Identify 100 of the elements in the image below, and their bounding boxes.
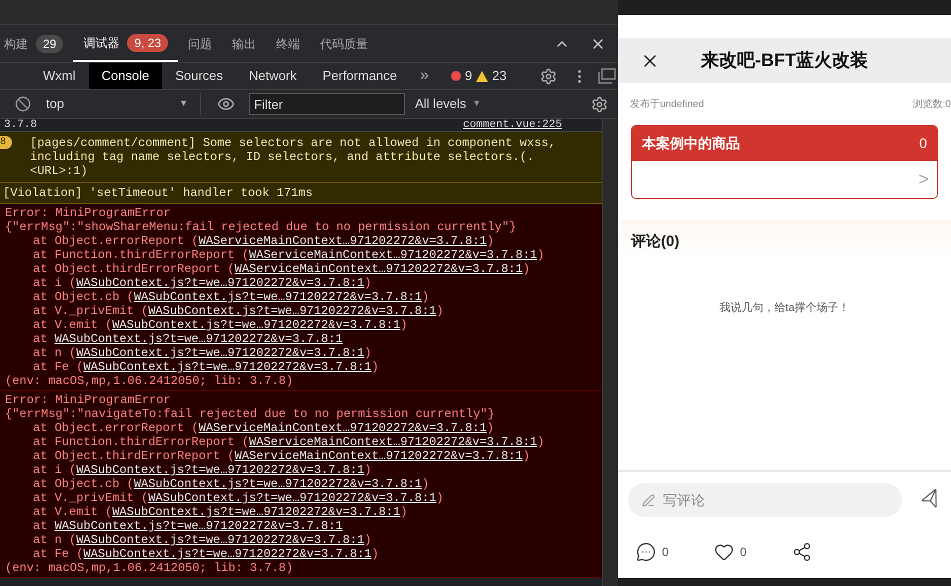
stack-frame-text: at Fe ( <box>33 360 84 374</box>
page-title: 来改吧-BFT蓝火改装 <box>700 49 869 72</box>
share-icon[interactable] <box>792 542 812 562</box>
panel-tab[interactable]: 构建 29 <box>0 25 74 62</box>
stack-frame-text: at i ( <box>33 463 76 477</box>
stack-frame-text: ) <box>486 421 494 435</box>
stack-link[interactable]: WASubContext.js?t=we…971202272&v=3.7.8:1 <box>134 290 422 304</box>
publish-date: 发布于undefined <box>630 98 704 112</box>
products-count: 0 <box>919 134 927 153</box>
empty-comments-text: 我说几句，给ta撑个场子！ <box>719 301 850 316</box>
stack-link[interactable]: WASubContext.js?t=we…971202272&v=3.7.8:1 <box>76 346 364 360</box>
stack-link[interactable]: WAServiceMainContext…971202272&v=3.7.8:1 <box>234 449 523 463</box>
stack-link[interactable]: WASubContext.js?t=we…971202272&v=3.7.8:1 <box>148 304 436 318</box>
repeat-count-badge: 8 <box>0 136 12 149</box>
stack-frame-text: at n ( <box>33 346 76 360</box>
panel-tab[interactable]: 输出 <box>222 25 266 62</box>
console-settings-icon[interactable] <box>591 96 608 112</box>
scrollbar[interactable] <box>602 119 618 586</box>
stack-frame-text: ) <box>522 262 530 276</box>
stack-link[interactable]: WASubContext.js?t=we…971202272&v=3.7.8:1 <box>83 547 372 561</box>
stack-frame-text: at Object.cb ( <box>33 290 134 304</box>
panel-tab[interactable]: 代码质量 <box>310 25 378 62</box>
stack-frame-text: ) <box>364 533 372 547</box>
stack-frame-text: ) <box>371 360 379 374</box>
stack-frame-text: at V._privEmit ( <box>33 491 148 505</box>
stack-frame-text: at V.emit ( <box>33 505 112 519</box>
devtools-tab[interactable]: Console <box>88 63 162 89</box>
eye-icon[interactable] <box>217 95 235 113</box>
stack-frame-text: ) <box>537 248 544 262</box>
stack-frame-text: at i ( <box>33 276 76 290</box>
count-badge: 29 <box>36 34 64 52</box>
products-title: 本案例中的商品 <box>642 134 740 153</box>
devtools-tab[interactable]: Performance <box>310 63 410 89</box>
stack-link[interactable]: WASubContext.js?t=we…971202272&v=3.7.8:1 <box>112 505 400 519</box>
stack-link[interactable]: WAServiceMainContext…971202272&v=3.7.8:1 <box>249 435 538 449</box>
error-message: Error: MiniProgramError {"errMsg":"showShareMenu:fail rejected due to no permission currently"} at Object.errorReport (WAServiceMainContext…971202272&v=3.7.8:1) at Function.thirdErrorReport (WAServiceMainContext…971202272&v=3.7.8:1) at Object.thirdErrorReport (WAServiceMainContext…971202272&v=3.7.8:1) at i (WASubContext.js?t=we…971202272&v=3.7.8:1) at Object.cb (WASubContext.js?t=we…971202272&v=3.7.8:1) at V._privEmit (WASubContext.js?t=we…971202272&v=3.7.8:1) at V.emit (WASubContext.js?t=we…971202272&v=3.7.8:1) at WASubContext.js?t=we…971202272&v=3.7.8:1 at n (WASubContext.js?t=we…971202272&v=3.7.8:1) at Fe (WASubContext.js?t=we…971202272&v=3.7.8:1) (env: macOS,mp,1.06.2412050; lib: 3.7.8) <box>0 204 602 391</box>
view-count: 浏览数:0 <box>912 98 951 112</box>
stack-link[interactable]: WAServiceMainContext…971202272&v=3.7.8:1 <box>198 234 487 248</box>
stack-frame-text: ) <box>371 547 379 561</box>
stack-frame-text: at Function.thirdErrorReport ( <box>33 248 250 262</box>
stack-frame-text: at <box>33 519 48 533</box>
stack-frame-text: at Function.thirdErrorReport ( <box>33 435 250 449</box>
stack-frame-text: ) <box>436 491 444 505</box>
chevron-icon: > <box>918 166 929 193</box>
stack-frame-text: ) <box>400 318 408 332</box>
action-count: 0 <box>740 544 747 561</box>
comment-input[interactable]: 写评论 <box>663 490 863 510</box>
stack-link[interactable]: WAServiceMainContext…971202272&v=3.7.8:1 <box>249 248 538 262</box>
stack-frame-text: at Object.cb ( <box>33 477 134 491</box>
stack-frame-text: at <box>33 332 48 346</box>
stack-frame-text: ) <box>400 505 408 519</box>
stack-frame-text: ) <box>364 346 372 360</box>
stack-frame-text: at V.emit ( <box>33 318 112 332</box>
dropdown-arrow: ▼ <box>179 97 188 110</box>
error-count[interactable]: 9 <box>464 66 472 86</box>
stack-link[interactable]: WASubContext.js?t=we…971202272&v=3.7.8:1 <box>76 463 364 477</box>
stack-link[interactable]: WASubContext.js?t=we…971202272&v=3.7.8:1 <box>148 491 436 505</box>
stack-link[interactable]: WASubContext.js?t=we…971202272&v=3.7.8:1 <box>76 533 364 547</box>
panel-tab[interactable]: 问题 <box>178 25 222 62</box>
source-link[interactable]: comment.vue:225 <box>462 119 562 131</box>
panel-tab[interactable]: 终端 <box>266 25 310 62</box>
stack-link[interactable]: WASubContext.js?t=we…971202272&v=3.7.8:1 <box>54 332 343 346</box>
stack-frame-text: at Object.errorReport ( <box>33 421 199 435</box>
devtools-tab[interactable]: Wxml <box>30 63 88 89</box>
products-card[interactable]: 本案例中的商品 0 > <box>631 125 938 199</box>
warning-message: 8 [pages/comment/comment] Some selectors are not allowed in component wxss, including tag name selectors, ID selectors, and attribute selectors.(. <URL>:1) <box>0 132 602 183</box>
warning-count[interactable]: 23 <box>492 66 507 86</box>
stack-frame-text: ) <box>422 477 430 491</box>
devtools-tab[interactable]: Network <box>236 63 310 89</box>
stack-frame-text: ) <box>436 304 444 318</box>
log-text: 3.7.8 <box>4 119 38 131</box>
clear-console-icon[interactable] <box>15 96 31 112</box>
stack-frame-text: at n ( <box>33 533 76 547</box>
comments-heading: 评论(0) <box>631 232 680 252</box>
levels-dropdown[interactable]: All levels ▼ <box>415 94 482 114</box>
count-badge: 9, 23 <box>127 34 168 52</box>
violation-text: [Violation] 'setTimeout' handler took 171ms <box>3 186 314 200</box>
more-tabs-button[interactable]: » <box>410 63 439 89</box>
stack-frame-text: ) <box>364 463 372 477</box>
stack-link[interactable]: WAServiceMainContext…971202272&v=3.7.8:1 <box>234 262 523 276</box>
stack-frame-text: at Object.thirdErrorReport ( <box>33 262 235 276</box>
stack-link[interactable]: WASubContext.js?t=we…971202272&v=3.7.8:1 <box>76 276 364 290</box>
settings-icon[interactable] <box>540 68 557 84</box>
dock-icon[interactable] <box>598 68 616 84</box>
stack-frame-text: at Fe ( <box>33 547 84 561</box>
devtools-tab[interactable]: Sources <box>162 63 236 89</box>
stack-link[interactable]: WAServiceMainContext…971202272&v=3.7.8:1 <box>198 421 487 435</box>
heart-icon[interactable] <box>714 542 734 562</box>
stack-frame-text: at Object.thirdErrorReport ( <box>33 449 235 463</box>
comment-field[interactable]: 写评论 <box>628 483 902 517</box>
speech-bubble-icon[interactable] <box>636 542 656 562</box>
stack-link[interactable]: WASubContext.js?t=we…971202272&v=3.7.8:1 <box>112 318 400 332</box>
stack-link[interactable]: WASubContext.js?t=we…971202272&v=3.7.8:1 <box>83 360 372 374</box>
filter-field[interactable]: Filter <box>249 93 405 115</box>
context-select[interactable]: top ▼ <box>46 93 201 115</box>
stack-link[interactable]: WASubContext.js?t=we…971202272&v=3.7.8:1 <box>134 477 422 491</box>
stack-frame-text: ) <box>422 290 430 304</box>
stack-frame-text: at V._privEmit ( <box>33 304 148 318</box>
action-count: 0 <box>662 544 669 561</box>
stack-link[interactable]: WASubContext.js?t=we…971202272&v=3.7.8:1 <box>54 519 343 533</box>
